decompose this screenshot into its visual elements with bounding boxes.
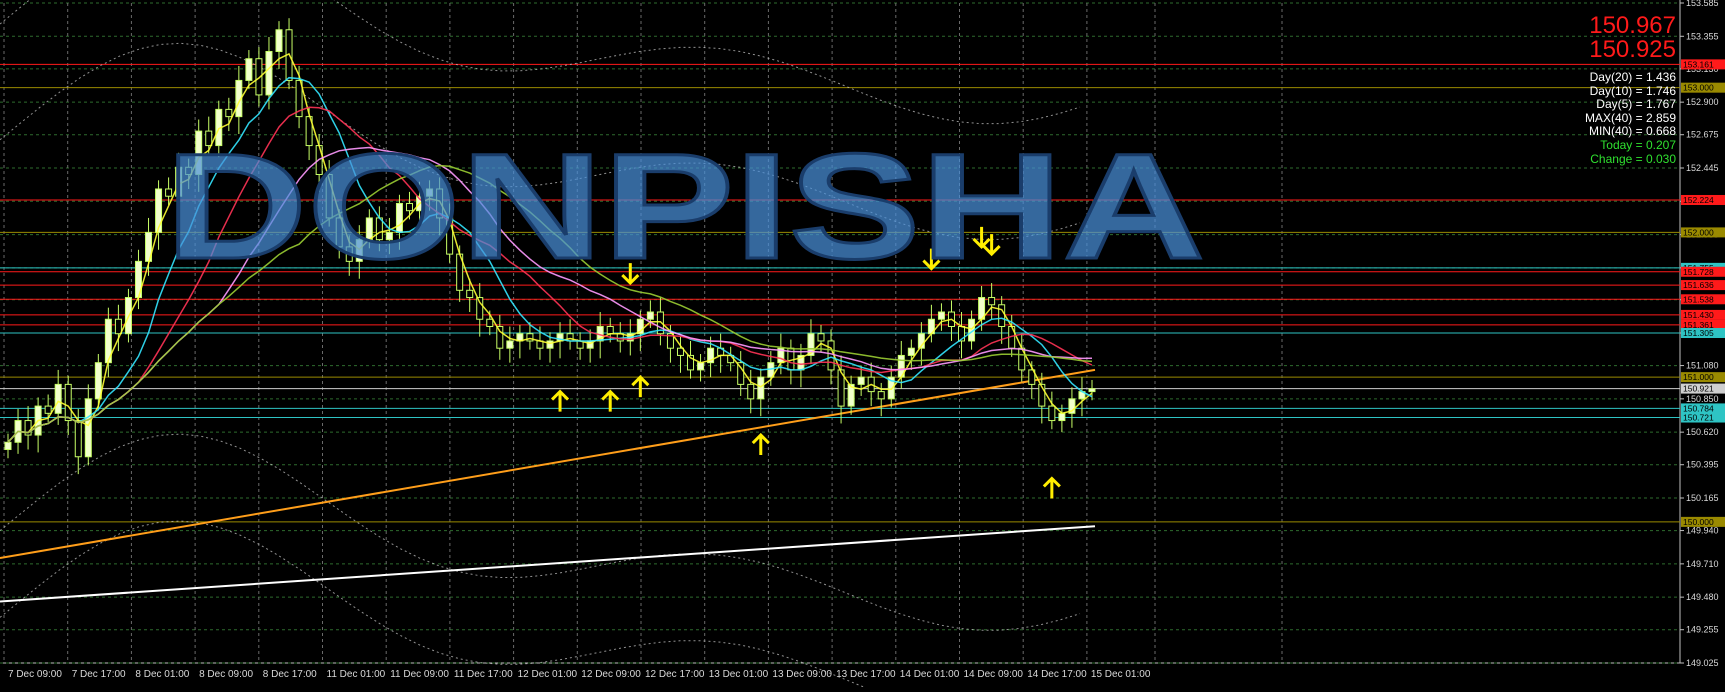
candle-body: [937, 311, 945, 320]
y-tick-label: 152.445: [1686, 163, 1719, 173]
y-tick-label: 150.395: [1686, 460, 1719, 470]
y-tick-label: 149.940: [1686, 526, 1719, 536]
candle-body: [877, 391, 885, 400]
buy-arrow: [631, 375, 650, 398]
x-tick-label: 8 Dec 09:00: [199, 669, 253, 680]
x-tick-label: 7 Dec 09:00: [8, 669, 62, 680]
candle-body: [265, 50, 273, 96]
candle-body: [225, 108, 233, 118]
candle-body: [496, 325, 504, 349]
x-tick-label: 15 Dec 01:00: [1091, 669, 1151, 680]
y-tick-label: 152.900: [1686, 97, 1719, 107]
buy-arrow: [1042, 476, 1061, 499]
x-tick-label: 14 Dec 01:00: [900, 669, 960, 680]
candle-body: [114, 318, 122, 335]
candle-body: [817, 333, 825, 342]
candle-body: [64, 383, 72, 422]
y-tick-label: 149.025: [1686, 658, 1719, 668]
y-tick-label: 152.675: [1686, 130, 1719, 140]
candle-body: [275, 29, 283, 52]
x-tick-label: 7 Dec 17:00: [72, 669, 126, 680]
envelope-band: [0, 520, 878, 692]
candle-body: [44, 405, 52, 414]
candle-body: [1058, 412, 1066, 422]
y-tick-label: 153.585: [1686, 0, 1719, 8]
candle-body: [1048, 405, 1056, 422]
candle-body: [646, 311, 654, 320]
level-tag-label: 151.728: [1683, 267, 1714, 277]
level-tag-label: 151.636: [1683, 280, 1714, 290]
level-tag-label: 153.000: [1683, 83, 1714, 93]
candle-body: [486, 318, 494, 327]
x-tick-label: 11 Dec 09:00: [390, 669, 449, 680]
level-tag-label: 151.000: [1683, 372, 1714, 382]
candle-body: [155, 188, 163, 233]
y-tick-label: 150.620: [1686, 427, 1719, 437]
level-tag-label: 152.224: [1683, 195, 1714, 205]
x-tick-label: 11 Dec 17:00: [454, 669, 513, 680]
chart-area[interactable]: 153.585153.355153.130152.900152.675152.4…: [0, 0, 1725, 692]
x-tick-label: 13 Dec 01:00: [709, 669, 769, 680]
candle-body: [988, 297, 996, 306]
x-tick-label: 14 Dec 09:00: [964, 669, 1024, 680]
price-chart[interactable]: 153.585153.355153.130152.900152.675152.4…: [0, 0, 1725, 692]
candle-body: [4, 441, 12, 451]
level-tag-label: 150.000: [1683, 517, 1714, 527]
buy-arrow: [751, 432, 770, 456]
level-tag-label: 150.721: [1683, 413, 1714, 423]
envelope-band: [0, 433, 1081, 631]
candle-body: [757, 376, 765, 400]
candle-body: [1088, 388, 1096, 393]
candle-body: [747, 383, 755, 400]
candle-body: [526, 333, 534, 342]
y-tick-label: 150.850: [1686, 394, 1719, 404]
x-tick-label: 8 Dec 01:00: [135, 669, 189, 680]
candle-body: [606, 325, 614, 335]
candle-body: [506, 340, 514, 349]
envelope-band: [0, 0, 1081, 125]
y-tick-label: 153.355: [1686, 31, 1719, 41]
y-tick-label: 149.480: [1686, 592, 1719, 602]
candle-body: [907, 347, 915, 356]
level-tag-label: 151.538: [1683, 294, 1714, 304]
level-tag-label: 151.430: [1683, 310, 1714, 320]
ask-price: 150.925: [1589, 36, 1676, 63]
stat-line: Change = 0.030: [1590, 151, 1676, 166]
candle-body: [74, 420, 82, 458]
moving-average-line: [0, 368, 1096, 560]
x-tick-label: 13 Dec 17:00: [836, 669, 896, 680]
x-tick-label: 12 Dec 09:00: [581, 669, 641, 680]
level-tag-label: 151.305: [1683, 328, 1714, 338]
x-tick-label: 12 Dec 01:00: [518, 669, 578, 680]
y-tick-label: 149.255: [1686, 625, 1719, 635]
candle-body: [466, 289, 474, 299]
y-tick-label: 149.710: [1686, 559, 1719, 569]
candle-body: [84, 398, 92, 458]
candle-body: [54, 383, 62, 414]
candle-body: [697, 362, 705, 371]
x-tick-label: 14 Dec 17:00: [1027, 669, 1087, 680]
candle-body: [857, 376, 865, 385]
candle-body: [546, 340, 554, 349]
x-tick-label: 11 Dec 01:00: [327, 669, 386, 680]
x-tick-label: 13 Dec 09:00: [772, 669, 832, 680]
level-tag-label: 152.000: [1683, 227, 1714, 237]
y-tick-label: 150.165: [1686, 493, 1719, 503]
candle-body: [998, 304, 1006, 327]
candle-body: [827, 340, 835, 371]
level-tag-label: 150.921: [1683, 384, 1714, 394]
candle-body: [245, 58, 253, 81]
bid-price: 150.967: [1589, 12, 1676, 39]
watermark-text: DONPISHA: [165, 122, 1205, 290]
x-tick-label: 12 Dec 17:00: [645, 669, 705, 680]
y-tick-label: 151.080: [1686, 361, 1719, 371]
x-tick-label: 8 Dec 17:00: [263, 669, 317, 680]
level-tag-label: 153.161: [1683, 59, 1714, 69]
